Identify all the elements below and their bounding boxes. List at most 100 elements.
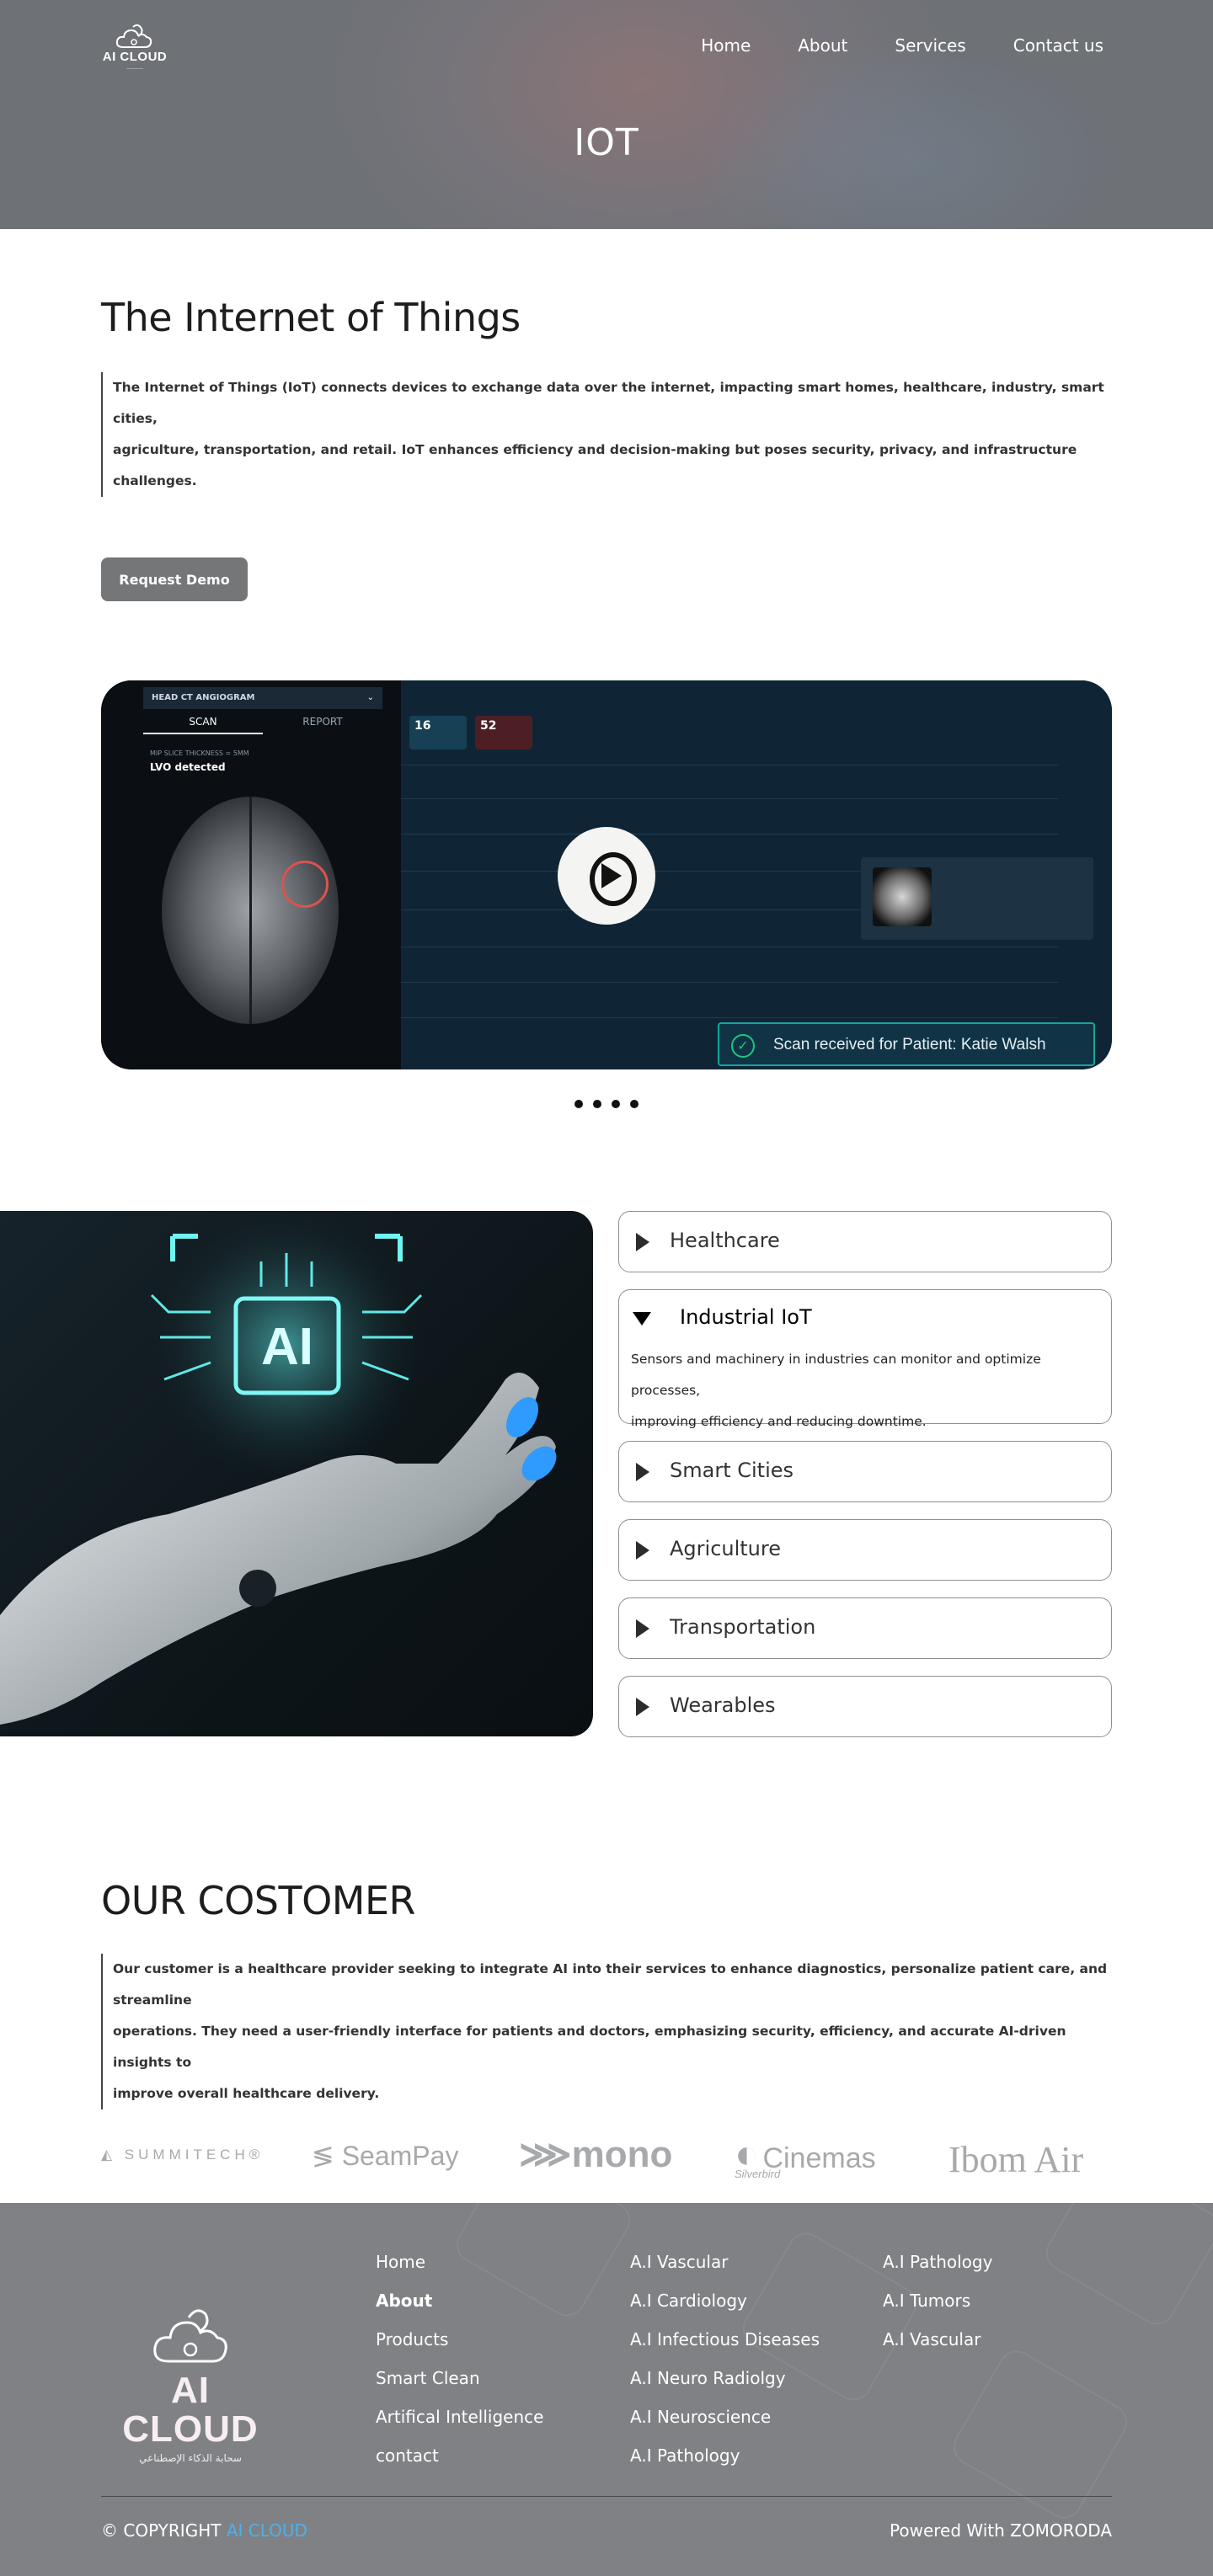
footer-link[interactable]: Artifical Intelligence [376,2407,543,2445]
brain-scan-image [162,797,339,1024]
carousel-dot[interactable] [574,1100,583,1108]
footer-logo-text: AI CLOUD [122,2370,259,2450]
video-player[interactable]: HEAD CT ANGIOGRAM ⌄ SCAN REPORT MIP SLIC… [101,680,1112,1069]
carousel-dot[interactable] [630,1100,639,1108]
iot-areas-section: AI Healthcare Industrial IoT Sensors and… [0,1211,1213,1737]
ct-thumbnail [873,867,932,926]
site-footer: AI CLOUD سحابة الذكاء الإصطناعي Home Abo… [0,2203,1213,2576]
footer-divider [101,2496,1112,2497]
accordion-item-transportation[interactable]: Transportation [618,1597,1112,1659]
footer-link[interactable]: contact [376,2445,543,2484]
notification-toast: ✓ Scan received for Patient: Katie Walsh [718,1022,1095,1066]
accordion-body-line: Sensors and machinery in industries can … [631,1352,1041,1398]
chevron-down-icon: ⌄ [366,693,374,702]
tab-scan: SCAN [143,716,263,734]
caret-right-icon [636,1619,649,1638]
footer-links-main: Home About Products Smart Clean Artifica… [376,2252,543,2484]
powered-by: Powered With ZOMORODA [890,2520,1112,2541]
footer-link[interactable]: A.I Infectious Diseases [630,2329,820,2368]
footer-link[interactable]: A.I Pathology [630,2445,820,2484]
footer-link[interactable]: Smart Clean [376,2368,543,2407]
partner-logos: ◭ SUMMITECH® ≶ SeamPay ⋙mono ◐ Cinemas S… [101,2128,1112,2192]
footer-link[interactable]: A.I Vascular [630,2252,820,2291]
customers-text-line: Our customer is a healthcare provider se… [113,1961,1108,2008]
nav-services[interactable]: Services [895,35,965,56]
cloud-logo-icon [153,2309,227,2363]
scan-type-label: HEAD CT ANGIOGRAM [152,693,255,702]
caret-right-icon [636,1698,649,1716]
nav-contact[interactable]: Contact us [1013,35,1103,56]
patient-popover [861,857,1093,940]
stat-box: 16 [409,716,467,749]
carousel-dot[interactable] [612,1100,620,1108]
carousel-dot[interactable] [593,1100,601,1108]
stat-box: 52 [475,716,532,749]
nav-home[interactable]: Home [701,35,751,56]
site-logo[interactable]: AI CLOUD ________ [101,24,168,71]
partner-logo-cinemas: ◐ Cinemas Silverbird [735,2131,876,2180]
copyright-text: © COPYRIGHT [101,2520,222,2541]
table-divider [401,798,1058,799]
copyright: © COPYRIGHT AI CLOUD [101,2520,307,2541]
copyright-brand-link[interactable]: AI CLOUD [227,2520,307,2541]
toast-message: Scan received for Patient: Katie Walsh [773,1036,1046,1053]
robot-hand-image: AI [0,1211,593,1736]
customers-section: OUR COSTOMER Our customer is a healthcar… [0,1736,1213,2246]
accordion-label: Transportation [670,1615,816,1639]
table-divider [401,834,1058,835]
partner-logo-text: Ibom Air [948,2139,1084,2180]
scan-viewer-panel: HEAD CT ANGIOGRAM ⌄ SCAN REPORT MIP SLIC… [101,680,401,1069]
accordion-item-industrial-iot[interactable]: Industrial IoT Sensors and machinery in … [618,1289,1112,1429]
intro-heading: The Internet of Things [101,295,521,340]
partner-logo-ibom-air: Ibom Air [948,2138,1083,2181]
footer-link[interactable]: A.I Pathology [883,2252,992,2291]
accordion-label: Agriculture [670,1537,781,1560]
footer-links-services: A.I Vascular A.I Cardiology A.I Infectio… [630,2252,820,2484]
accordion-label: Smart Cities [670,1459,794,1482]
intro-text-line: agriculture, transportation, and retail.… [113,442,1077,488]
scan-type-dropdown: HEAD CT ANGIOGRAM ⌄ [143,687,382,709]
intro-section: The Internet of Things The Internet of T… [0,229,1213,601]
accordion-item-agriculture[interactable]: Agriculture [618,1519,1112,1581]
footer-link[interactable]: About [376,2291,543,2329]
partner-logo-text: SeamPay [341,2141,459,2171]
accordion-item-healthcare[interactable]: Healthcare [618,1211,1112,1272]
accordion-label: Wearables [670,1693,776,1717]
accordion-item-wearables[interactable]: Wearables [618,1676,1112,1737]
caret-right-icon [636,1233,649,1251]
footer-link[interactable]: A.I Neuroscience [630,2407,820,2445]
page-title: IOT [574,121,639,164]
accordion-item-smart-cities[interactable]: Smart Cities [618,1441,1112,1502]
play-icon [601,863,622,888]
caret-down-icon [633,1312,651,1325]
footer-decoration [1039,2203,1213,2332]
request-demo-button[interactable]: Request Demo [101,557,248,601]
cloud-logo-icon [115,24,152,48]
footer-link[interactable]: A.I Neuro Radiolgy [630,2368,820,2407]
finding-marker [281,861,329,908]
summitech-mark-icon: ◭ [101,2147,125,2163]
customers-text-line: improve overall healthcare delivery. [113,2086,380,2101]
nav-about[interactable]: About [798,35,847,56]
finding-label: LVO detected [150,761,226,773]
footer-link[interactable]: Home [376,2252,543,2291]
hero-banner: AI CLOUD ________ Home About Services Co… [0,0,1213,229]
customers-heading: OUR COSTOMER [101,1878,416,1923]
ai-chip-label: AI [261,1318,313,1376]
accordion-body-line: improving efficiency and reducing downti… [631,1414,927,1429]
scan-tabs: SCAN REPORT [143,716,382,734]
intro-text-line: The Internet of Things (IoT) connects de… [113,380,1104,426]
logo-subtext: ________ [126,64,143,69]
tab-report: REPORT [302,716,343,728]
customers-description: Our customer is a healthcare provider se… [101,1954,1112,2109]
partner-logo-summitech: ◭ SUMMITECH® [101,2147,264,2163]
footer-link[interactable]: Products [376,2329,543,2368]
play-button[interactable] [558,827,655,925]
footer-link[interactable]: A.I Cardiology [630,2291,820,2329]
footer-logo[interactable]: AI CLOUD سحابة الذكاء الإصطناعي [101,2301,280,2464]
footer-decoration [946,2344,1135,2525]
footer-link[interactable]: A.I Tumors [883,2291,992,2329]
customers-text-line: operations. They need a user-friendly in… [113,2024,1066,2070]
footer-logo-subtext: سحابة الذكاء الإصطناعي [139,2452,242,2464]
footer-link[interactable]: A.I Vascular [883,2329,992,2368]
